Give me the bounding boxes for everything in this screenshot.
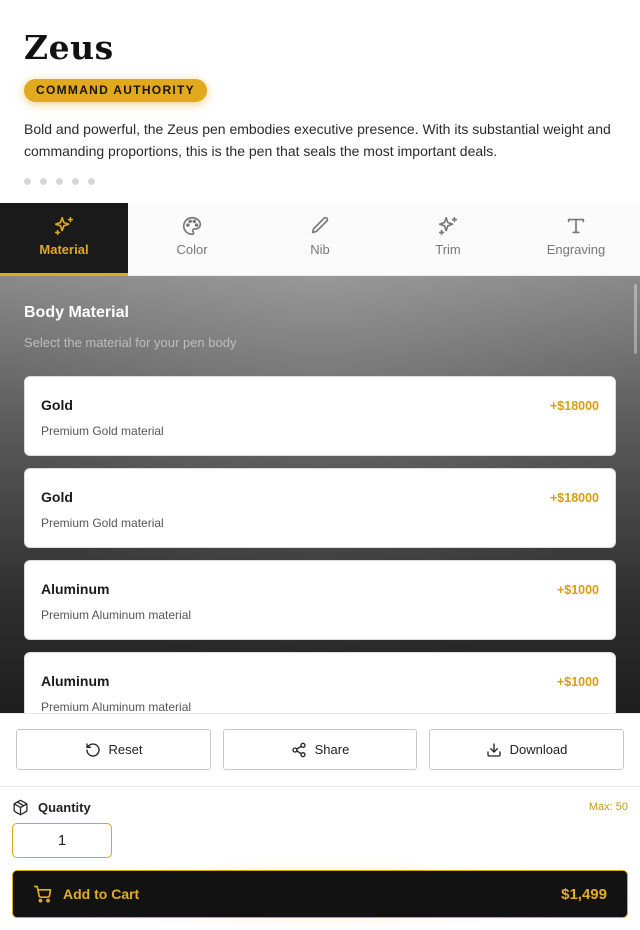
download-button[interactable]: Download — [429, 729, 624, 770]
customization-tabs: Material Color Nib Trim Engraving — [0, 203, 640, 276]
tab-material-label: Material — [39, 242, 89, 257]
add-to-cart-button[interactable]: Add to Cart $1,499 — [12, 870, 628, 918]
quantity-input[interactable]: 1 — [12, 823, 112, 858]
option-description: Premium Aluminum material — [41, 700, 192, 713]
pagination-dot[interactable] — [40, 178, 47, 185]
package-icon — [13, 799, 28, 816]
option-description: Premium Gold material — [41, 424, 164, 438]
image-pagination-dots — [24, 178, 95, 185]
tab-color[interactable]: Color — [128, 203, 256, 276]
sparkles-icon — [438, 216, 458, 236]
scrollbar[interactable] — [634, 284, 637, 354]
palette-icon — [183, 216, 202, 236]
pagination-dot[interactable] — [24, 178, 31, 185]
option-description: Premium Gold material — [41, 516, 164, 530]
option-price: +$18000 — [549, 491, 599, 505]
cart-total-price: $1,499 — [561, 886, 607, 903]
material-option-aluminum[interactable]: Aluminum Premium Aluminum material +$100… — [24, 560, 616, 640]
option-price: +$1000 — [556, 675, 599, 689]
pagination-dot[interactable] — [56, 178, 63, 185]
download-icon — [486, 742, 501, 757]
type-icon — [567, 218, 585, 234]
pagination-dot[interactable] — [88, 178, 95, 185]
sparkles-icon — [54, 216, 74, 236]
share-button[interactable]: Share — [223, 729, 417, 770]
option-name: Aluminum — [41, 673, 110, 689]
product-title: Zeus — [24, 28, 114, 67]
action-bar: Reset Share Download — [0, 713, 640, 787]
product-header: Zeus COMMAND AUTHORITY Bold and powerful… — [0, 0, 640, 203]
reset-icon — [85, 742, 100, 757]
download-label: Download — [509, 742, 568, 757]
tab-engraving[interactable]: Engraving — [512, 203, 640, 276]
pen-icon — [311, 216, 329, 234]
option-price: +$1000 — [556, 583, 599, 597]
option-name: Gold — [41, 489, 73, 505]
panel-subtitle: Select the material for your pen body — [24, 335, 237, 350]
tab-trim-label: Trim — [435, 242, 461, 257]
quantity-max: Max: 50 — [588, 801, 628, 813]
product-badge: COMMAND AUTHORITY — [24, 79, 207, 102]
tab-material[interactable]: Material — [0, 203, 128, 276]
material-option-gold[interactable]: Gold Premium Gold material +$18000 — [24, 376, 616, 456]
option-name: Gold — [41, 397, 73, 413]
cart-icon — [33, 885, 52, 903]
panel-title: Body Material — [24, 304, 129, 321]
material-option-aluminum[interactable]: Aluminum Premium Aluminum material +$100… — [24, 652, 616, 713]
tab-trim[interactable]: Trim — [384, 203, 512, 276]
tab-engraving-label: Engraving — [546, 242, 606, 257]
quantity-label: Quantity — [38, 800, 91, 815]
cart-label-group: Add to Cart — [33, 884, 139, 904]
material-panel[interactable]: Body Material Select the material for yo… — [0, 276, 640, 713]
pagination-dot[interactable] — [72, 178, 79, 185]
product-description: Bold and powerful, the Zeus pen embodies… — [24, 121, 611, 159]
tab-nib[interactable]: Nib — [256, 203, 384, 276]
option-description: Premium Aluminum material — [41, 608, 192, 622]
reset-button[interactable]: Reset — [16, 729, 211, 770]
quantity-label-row: Quantity — [12, 799, 91, 816]
option-price: +$18000 — [549, 399, 599, 413]
reset-label: Reset — [108, 742, 143, 757]
add-to-cart-label: Add to Cart — [63, 886, 140, 902]
tab-nib-label: Nib — [310, 242, 330, 257]
option-name: Aluminum — [41, 581, 110, 597]
tab-color-label: Color — [176, 242, 208, 257]
share-label: Share — [314, 742, 350, 757]
material-option-gold[interactable]: Gold Premium Gold material +$18000 — [24, 468, 616, 548]
share-icon — [291, 742, 306, 757]
